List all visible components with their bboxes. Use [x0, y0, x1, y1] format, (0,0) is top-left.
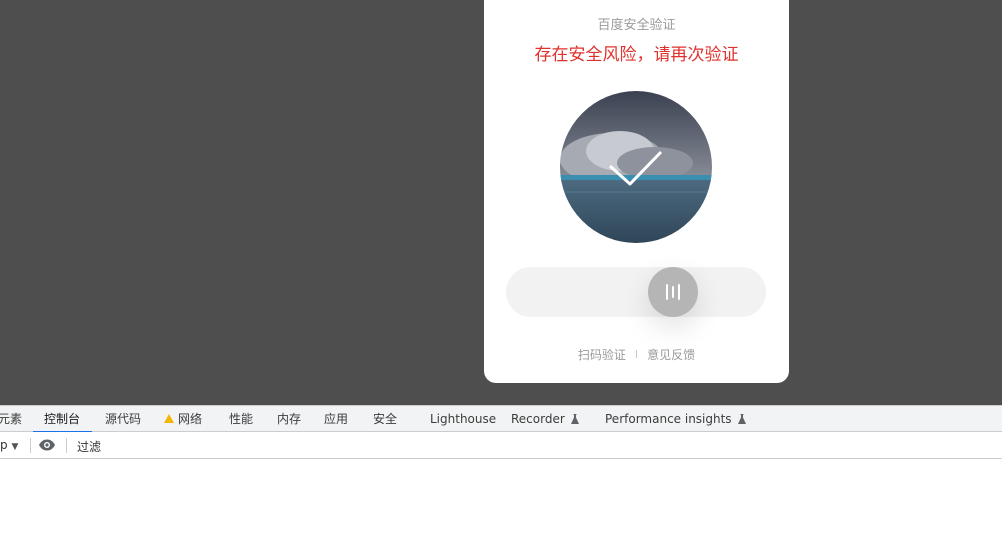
- tab-console[interactable]: 控制台: [32, 406, 93, 433]
- scan-verify-link[interactable]: 扫码验证: [578, 346, 626, 363]
- chevron-down-icon: ▼: [11, 442, 19, 452]
- toolbar-divider: [30, 438, 31, 453]
- context-selector[interactable]: p ▼: [0, 438, 18, 452]
- grip-line: [672, 286, 674, 298]
- tab-security[interactable]: 安全: [373, 406, 397, 432]
- captcha-dialog: 百度安全验证 存在安全风险，请再次验证 扫码验证 I 意见反馈: [484, 0, 789, 383]
- devtools-panel: 元素 控制台 源代码 网络 性能 内存 应用 安全 Lighthouse Rec…: [0, 405, 1002, 539]
- rotate-image-picture: [560, 91, 712, 243]
- flask-icon: [570, 414, 579, 424]
- filter-input[interactable]: 过滤: [77, 438, 101, 455]
- slider-track[interactable]: [506, 267, 766, 317]
- grip-line: [678, 284, 680, 300]
- devtools-tab-bar: 元素 控制台 源代码 网络 性能 内存 应用 安全 Lighthouse Rec…: [0, 405, 1002, 433]
- captcha-title: 百度安全验证: [597, 18, 676, 33]
- eye-icon[interactable]: [38, 438, 56, 452]
- page-backdrop: 百度安全验证 存在安全风险，请再次验证 扫码验证 I 意见反馈: [0, 0, 1002, 405]
- captcha-links: 扫码验证 I 意见反馈: [484, 346, 789, 363]
- flask-icon: [737, 414, 746, 424]
- tab-performance-insights[interactable]: Performance insights: [605, 406, 746, 432]
- captcha-warning: 存在安全风险，请再次验证: [534, 45, 739, 65]
- tab-performance[interactable]: 性能: [229, 406, 253, 432]
- console-toolbar: p ▼ 过滤: [0, 432, 1002, 459]
- feedback-link[interactable]: 意见反馈: [647, 346, 695, 363]
- tab-network-label: 网络: [178, 412, 203, 426]
- console-output[interactable]: [0, 459, 1002, 539]
- rotate-image: [560, 91, 712, 243]
- tab-recorder[interactable]: Recorder: [511, 406, 579, 432]
- tab-sources[interactable]: 源代码: [105, 406, 141, 432]
- tab-application[interactable]: 应用: [324, 406, 348, 432]
- slider-handle[interactable]: [648, 267, 698, 317]
- grip-line: [666, 284, 668, 300]
- tab-recorder-label: Recorder: [511, 412, 565, 426]
- link-separator: I: [634, 348, 639, 361]
- tab-network[interactable]: 网络: [164, 406, 202, 432]
- tab-lighthouse[interactable]: Lighthouse: [430, 406, 496, 432]
- tab-memory[interactable]: 内存: [277, 406, 301, 432]
- warning-icon: [164, 414, 174, 423]
- tab-elements[interactable]: 元素: [0, 406, 22, 432]
- tab-performance-insights-label: Performance insights: [605, 412, 732, 426]
- context-selector-text: p: [0, 438, 8, 452]
- toolbar-divider: [66, 438, 67, 453]
